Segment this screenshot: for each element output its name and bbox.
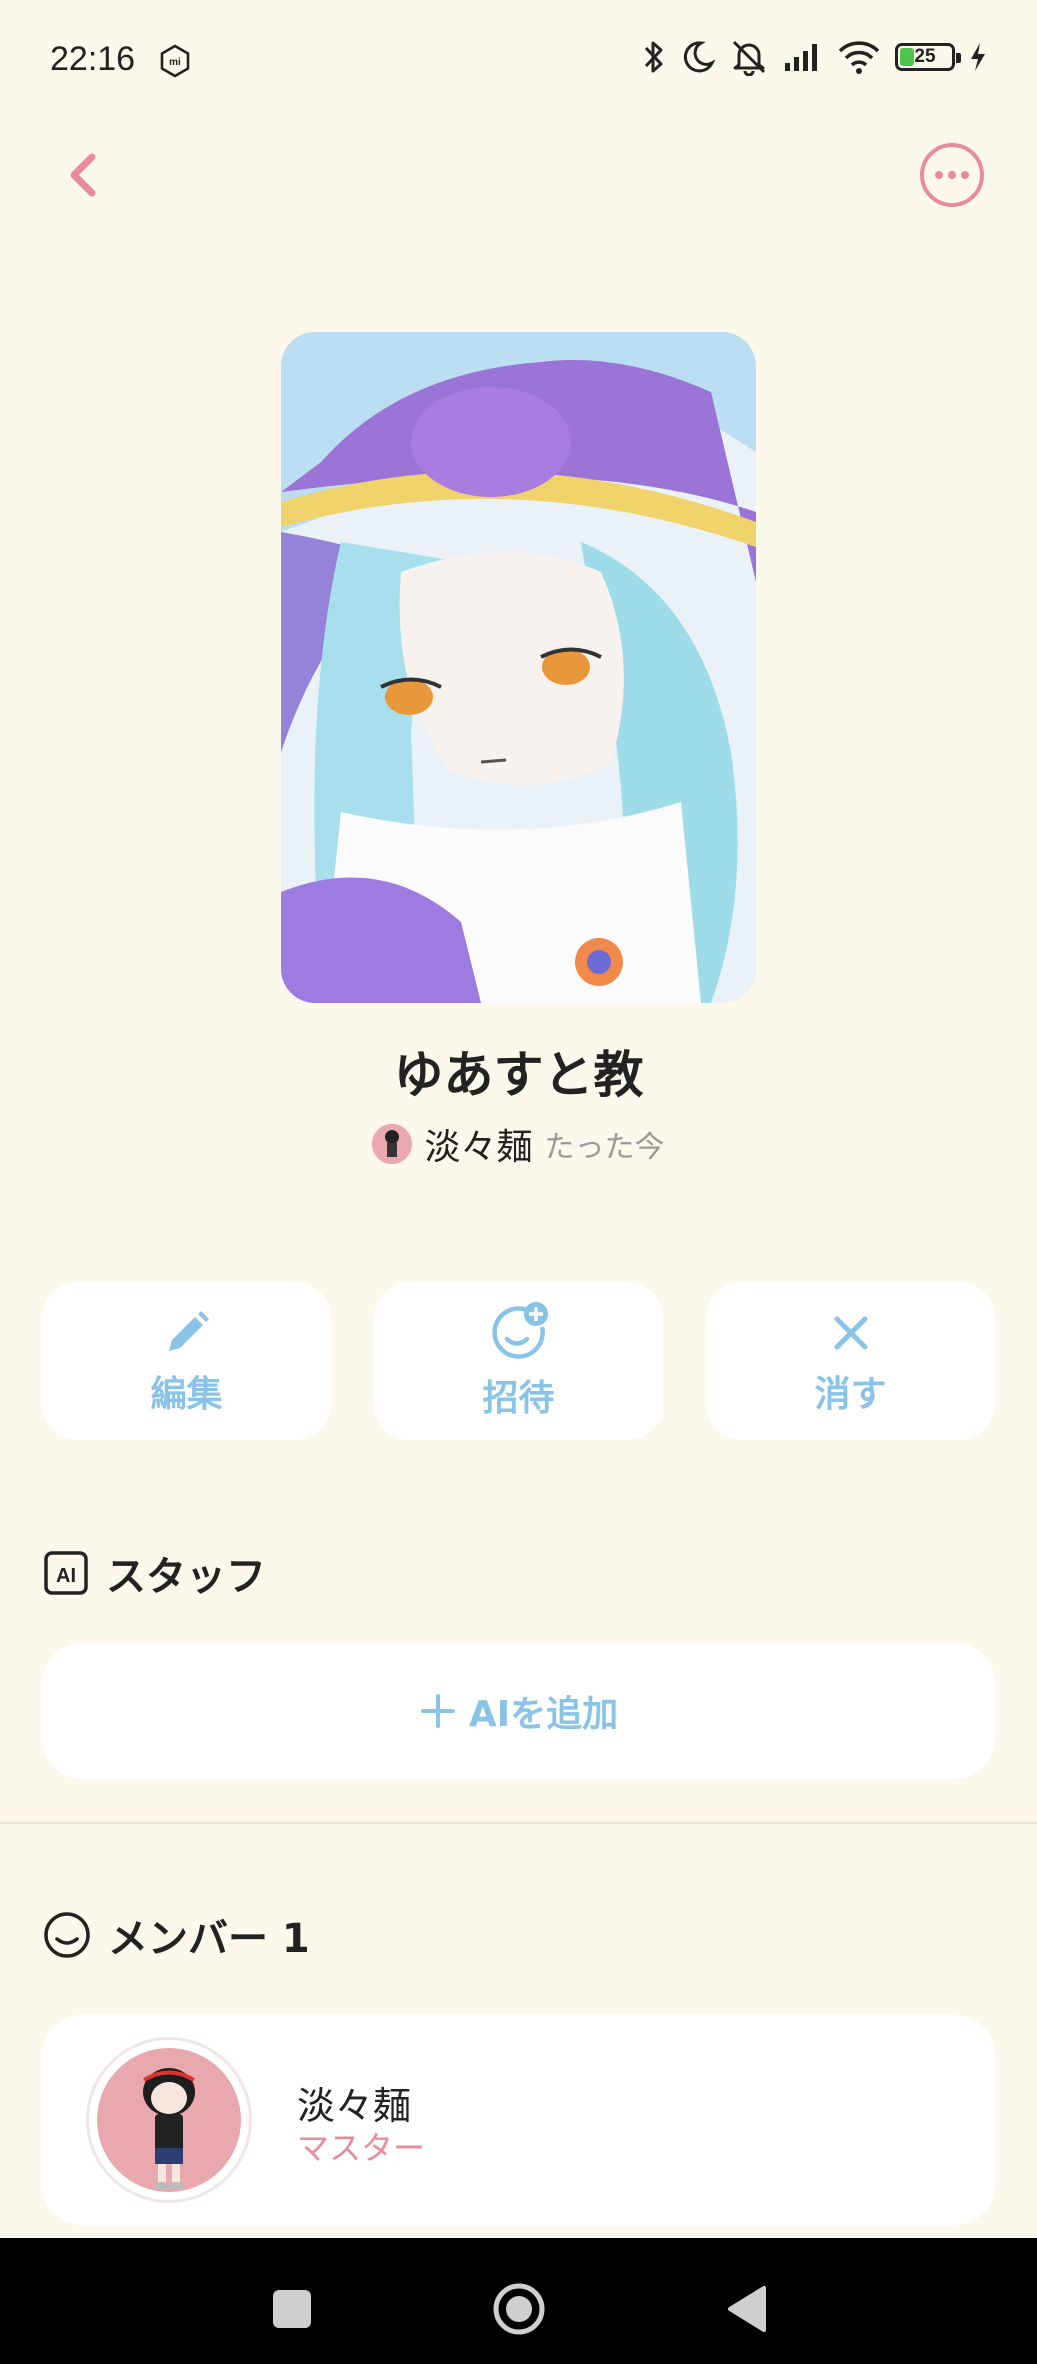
members-section-header: メンバー 1	[42, 1906, 310, 1964]
chevron-left-icon	[70, 153, 96, 197]
nav-back-button[interactable]	[724, 2282, 770, 2340]
group-title: ゆあすと教	[393, 1046, 644, 1104]
ai-icon: AI	[44, 1551, 88, 1595]
bell-muted-icon	[729, 38, 769, 76]
home-button[interactable]	[492, 2282, 546, 2340]
triangle-back-icon	[728, 2286, 766, 2332]
charging-icon	[969, 42, 987, 72]
owner-name: 淡々麺	[424, 1127, 533, 1168]
cover-illustration	[281, 332, 756, 1003]
owner-row[interactable]: 淡々麺 たった今	[0, 1118, 1037, 1170]
invite-smile-icon	[491, 1302, 548, 1359]
svg-text:mi: mi	[169, 57, 181, 68]
invite-button[interactable]: 招待	[374, 1282, 663, 1440]
delete-label: 消す	[814, 1374, 887, 1415]
system-nav-bar	[0, 2238, 1037, 2364]
member-avatar	[86, 2037, 252, 2203]
members-title: メンバー 1	[108, 1916, 310, 1962]
more-button[interactable]	[917, 140, 987, 210]
smile-icon	[44, 1912, 90, 1958]
invite-label: 招待	[482, 1378, 555, 1419]
close-icon	[834, 1316, 867, 1350]
signal-icon	[783, 41, 823, 73]
member-role: マスター	[297, 2129, 426, 2167]
pencil-icon	[168, 1311, 209, 1351]
bluetooth-icon	[641, 38, 667, 76]
mi-icon: mi	[158, 44, 192, 82]
back-button[interactable]	[50, 140, 120, 210]
group-cover-image[interactable]	[281, 332, 756, 1003]
wifi-icon	[837, 40, 881, 74]
battery-icon: 25	[895, 43, 961, 71]
add-ai-label: AIを追加	[468, 1694, 619, 1735]
home-circle-icon	[493, 2283, 545, 2335]
battery-level: 25	[914, 46, 936, 67]
status-time: 22:16	[50, 40, 136, 78]
recent-apps-button[interactable]	[273, 2290, 311, 2328]
add-ai-button[interactable]: AIを追加	[42, 1643, 995, 1779]
svg-text:AI: AI	[56, 1565, 76, 1587]
member-name: 淡々麺	[297, 2084, 412, 2128]
battery-fill	[900, 48, 914, 66]
member-list-item[interactable]: 淡々麺 マスター	[42, 2015, 995, 2225]
staff-title: スタッフ	[106, 1554, 266, 1600]
owner-time: たった今	[544, 1130, 665, 1165]
delete-button[interactable]: 消す	[706, 1282, 995, 1440]
staff-section-header: AI スタッフ	[42, 1544, 266, 1602]
edit-button[interactable]: 編集	[42, 1282, 331, 1440]
edit-label: 編集	[150, 1374, 223, 1415]
section-divider	[0, 1822, 1037, 1824]
plus-icon	[420, 1694, 455, 1728]
moon-icon	[681, 39, 715, 75]
more-dots-icon	[920, 143, 984, 207]
owner-avatar	[372, 1124, 413, 1164]
status-bar: 22:16 mi 25	[0, 0, 1037, 124]
action-buttons: 編集 招待 消す	[42, 1282, 995, 1440]
